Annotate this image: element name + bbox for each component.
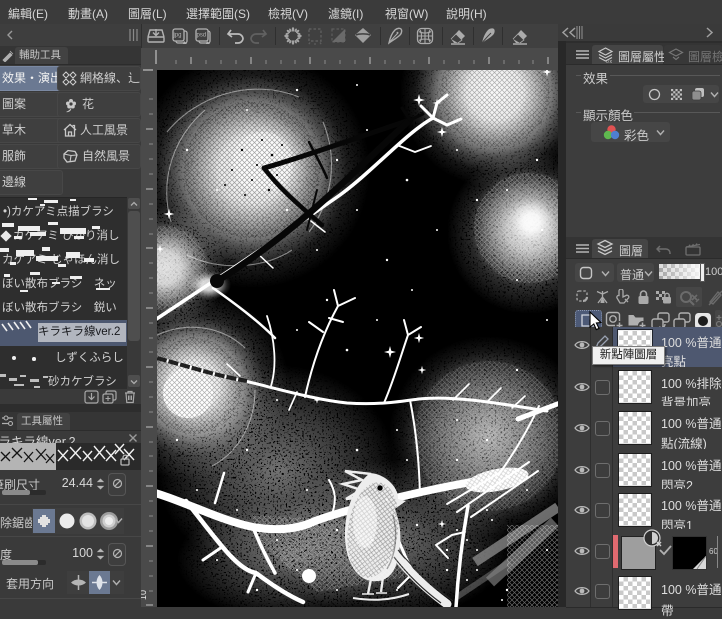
svg-text:10: 10 xyxy=(141,590,148,600)
svg-text:psd: psd xyxy=(197,33,207,39)
svg-text:jpg: jpg xyxy=(173,33,182,39)
svg-text:x: x xyxy=(610,59,613,64)
